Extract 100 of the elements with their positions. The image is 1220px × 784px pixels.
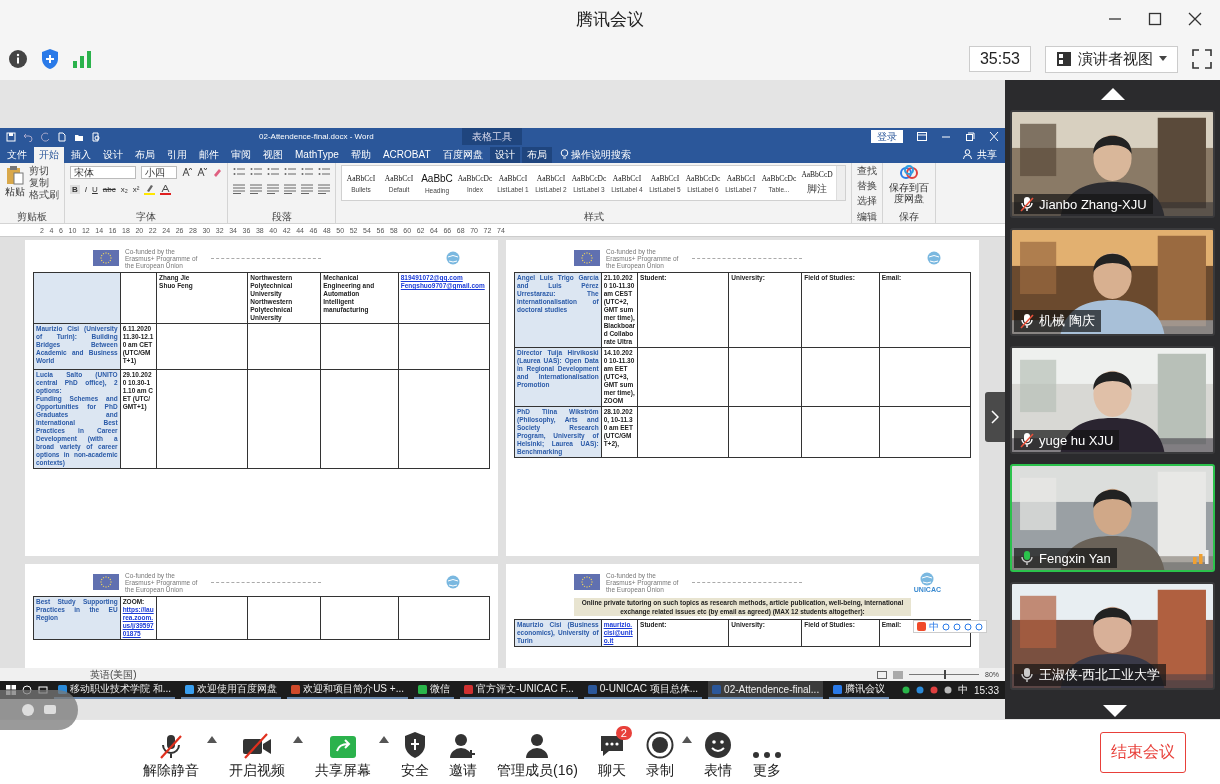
replace-button[interactable]: 替换 [857,180,877,192]
restore-icon[interactable] [965,132,975,141]
taskbar-item[interactable]: 0-UNICAC 项目总体... [583,681,703,699]
read-mode-icon[interactable] [877,670,887,679]
format-button[interactable]: x² [132,184,140,194]
ribbon-tab[interactable]: ACROBAT [377,147,436,163]
gallery-scrollbar[interactable] [836,166,845,200]
taskbar-item[interactable]: 腾讯会议 [829,681,890,699]
caret-icon[interactable] [207,736,217,743]
format-button[interactable]: B [70,184,80,194]
format-button[interactable]: U [92,184,98,194]
close-icon[interactable] [1188,12,1202,26]
find-button[interactable]: 查找 [857,165,877,177]
list-format-icon[interactable] [233,167,245,177]
new-document-icon[interactable] [57,131,67,142]
info-icon[interactable] [8,49,28,69]
ribbon-tab[interactable]: 开始 [34,147,64,163]
toolbar-button[interactable]: 解除静音 [135,724,207,780]
video-tile[interactable]: 机械 陶庆 [1010,228,1215,336]
ime-toolbar[interactable]: 中 [913,620,987,633]
paste-button[interactable]: 粘贴 [5,165,25,211]
align-icon[interactable] [301,184,313,194]
shrink-font-icon[interactable] [197,167,207,177]
ime-mode[interactable]: 中 [929,621,939,632]
toolbar-button[interactable]: 录制 [637,724,682,780]
ribbon-tab[interactable]: 视图 [258,147,288,163]
scroll-down-icon[interactable] [1103,705,1127,717]
toolbar-button[interactable]: 更多 [743,724,790,780]
ribbon-tab[interactable]: 邮件 [194,147,224,163]
taskbar-item[interactable]: 02-Attendence-final... [708,681,824,699]
taskbar-item[interactable]: 欢迎和项目简介US +... [287,681,408,699]
maximize-icon[interactable] [1148,12,1162,26]
shield-icon[interactable] [40,48,60,70]
toolbar-button[interactable]: 表情 [695,724,740,780]
caret-icon[interactable] [379,736,389,743]
align-icon[interactable] [250,184,262,194]
toolbar-button[interactable]: 安全 [393,724,437,780]
ribbon-tab[interactable]: 设计 [98,147,128,163]
ribbon-tab[interactable]: MathType [290,147,344,163]
format-button[interactable]: abc [102,184,116,194]
ribbon-tab[interactable]: 帮助 [345,147,376,163]
end-meeting-button[interactable]: 结束会议 [1100,731,1186,773]
print-preview-icon[interactable] [91,131,101,142]
ribbon-tab[interactable]: 插入 [66,147,96,163]
input-method[interactable]: 中 [957,683,968,697]
save-to-cloud-button[interactable]: 保存到百度网盘 [888,182,930,204]
list-format-icon[interactable] [284,167,296,177]
toolbar-button[interactable]: 共享屏幕 [307,724,379,780]
taskbar-item[interactable]: 官方评文-UNICAC F... [460,681,578,699]
tell-me-field[interactable]: 操作说明搜索 [570,147,631,163]
caret-icon[interactable] [293,736,303,743]
toolbar-button[interactable]: 聊天 2 [589,724,634,780]
toolbar-button[interactable]: 邀请 [441,724,485,780]
login-button[interactable]: 登录 [871,130,903,143]
copy-button[interactable]: 复制 [29,177,59,189]
ribbon-tab[interactable]: 引用 [162,147,192,163]
ribbon-tab[interactable]: 布局 [130,147,160,163]
collapse-panel-button[interactable] [985,392,1005,442]
align-icon[interactable] [284,184,296,194]
ribbon-tab[interactable]: 文件 [2,147,32,163]
font-color-icon[interactable] [160,183,172,195]
taskbar-item[interactable]: 微信 [414,681,454,699]
ribbon-tab[interactable]: 审阅 [226,147,256,163]
scroll-up-icon[interactable] [1100,88,1125,100]
share-link[interactable]: 共享 [977,147,1003,163]
grow-font-icon[interactable] [182,167,192,177]
video-tile[interactable]: yuge hu XJU [1010,346,1215,454]
toolbar-button[interactable]: 开启视频 [221,724,293,780]
ribbon-tab[interactable]: 百度网盘 [437,147,488,163]
toolbar-button[interactable]: 管理成员(16) [489,724,586,780]
undo-icon[interactable] [23,131,33,142]
video-tile[interactable]: 王淑侠-西北工业大学 [1010,582,1215,690]
align-icon[interactable] [267,184,279,194]
highlight-icon[interactable] [144,183,156,195]
fullscreen-icon[interactable] [1192,49,1212,69]
redo-icon[interactable] [40,131,50,142]
font-size-field[interactable]: 小四 [141,165,177,179]
signal-icon[interactable] [72,50,92,68]
select-button[interactable]: 选择 [857,195,877,207]
font-name-field[interactable]: 宋体 [70,165,136,179]
list-format-icon[interactable] [250,167,262,177]
taskbar-item[interactable]: 欢迎使用百度网盘 [181,681,282,699]
ribbon-tab[interactable]: 布局 [521,147,552,163]
video-tile[interactable]: Jianbo Zhang-XJU [1010,110,1215,218]
format-button[interactable]: x₂ [120,184,128,194]
format-button[interactable]: I [84,184,87,194]
speaker-view-button[interactable]: 演讲者视图 [1045,45,1178,73]
list-format-icon[interactable] [318,167,330,177]
align-icon[interactable] [233,184,245,194]
caret-icon[interactable] [681,736,692,743]
align-icon[interactable] [318,184,330,194]
clear-format-icon[interactable] [212,167,222,177]
save-icon[interactable] [6,131,16,142]
cut-button[interactable]: 剪切 [29,165,59,177]
list-format-icon[interactable] [267,167,279,177]
list-format-icon[interactable] [301,167,313,177]
ribbon-display-icon[interactable] [917,132,927,141]
format-painter-button[interactable]: 格式刷 [29,189,59,201]
ribbon-tab[interactable]: 设计 [489,147,520,163]
video-tile[interactable]: Fengxin Yan [1010,464,1215,572]
